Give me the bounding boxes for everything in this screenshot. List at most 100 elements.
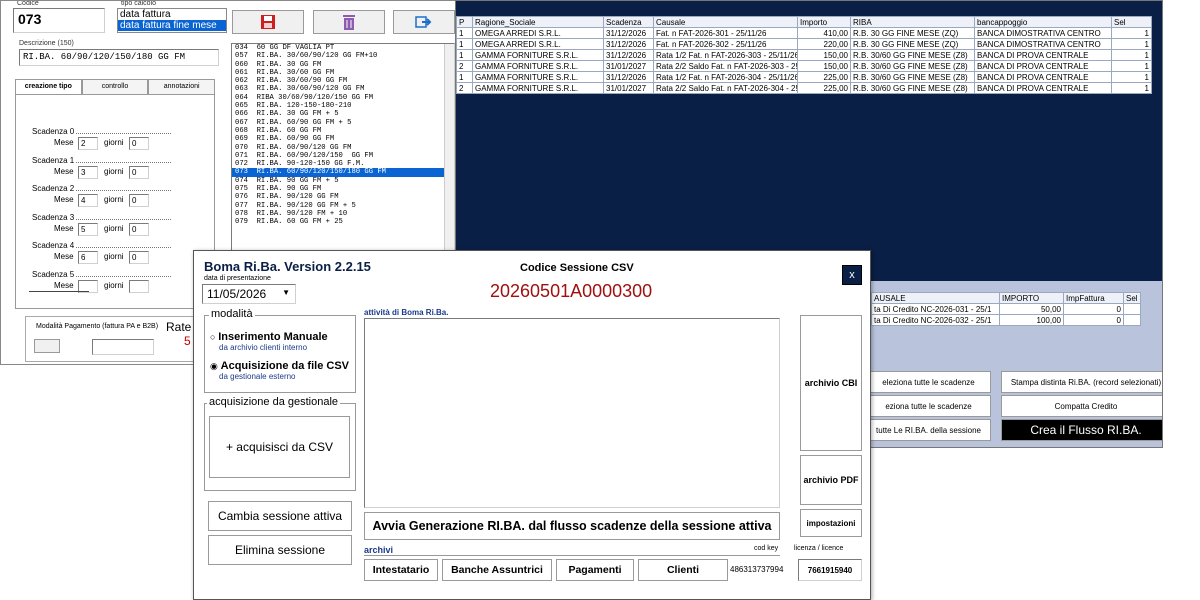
tab-annotazioni[interactable]: annotazioni — [148, 79, 216, 95]
data-presentazione-picker[interactable]: 11/05/2026 ▼ — [202, 284, 296, 304]
table-cell[interactable]: 1 — [456, 49, 473, 61]
table-cell[interactable]: GAMMA FORNITURE S.R.L. — [472, 49, 604, 61]
credit-row[interactable]: ta Di Credito NC-2026-032 - 25/1 100,00 0 — [871, 314, 1141, 326]
list-item[interactable]: 065 RI.BA. 120-150-180-210 — [232, 102, 454, 110]
table-cell[interactable]: 1 — [1111, 82, 1152, 94]
list-item-selected[interactable]: 073 RI.BA. 60/90/120/150/180 GG FM — [232, 168, 454, 177]
mese-field[interactable]: 4 — [78, 194, 98, 207]
stampa-distinta-button[interactable]: Stampa distinta Ri.BA. (record seleziona… — [1001, 371, 1162, 393]
mese-field[interactable]: 2 — [78, 137, 98, 150]
table-cell[interactable]: BANCA DI PROVA CENTRALE — [974, 49, 1112, 61]
table-cell[interactable]: BANCA DIMOSTRATIVA CENTRO — [974, 27, 1112, 39]
payment-code-list[interactable]: 034 60 GG DF VAGLIA PT 057 RI.BA. 30/60/9… — [231, 43, 455, 258]
table-cell[interactable]: R.B. 30/60 GG FINE MESE (Z8) — [850, 71, 975, 83]
table-cell[interactable]: 31/12/2026 — [603, 38, 654, 50]
intestatario-button[interactable]: Intestatario — [364, 559, 438, 581]
code-list-scrollbar[interactable] — [444, 44, 454, 257]
table-cell[interactable]: 225,00 — [797, 71, 851, 83]
table-cell[interactable]: Rata 1/2 Fat. n FAT-2026-303 - 25/11/26 — [653, 49, 798, 61]
archivio-pdf-button[interactable]: archivio PDF — [800, 455, 862, 505]
list-item[interactable]: 066 RI.BA. 30 GG FM + 5 — [232, 110, 454, 118]
modalita-pagamento-field[interactable] — [92, 339, 154, 355]
archivio-cbi-button[interactable]: archivio CBI — [800, 315, 862, 451]
table-cell[interactable]: 1 — [1111, 49, 1152, 61]
giorni-field[interactable]: 0 — [129, 165, 149, 179]
table-cell[interactable]: 1 — [1111, 38, 1152, 50]
table-cell[interactable]: BANCA DI PROVA CENTRALE — [974, 71, 1112, 83]
list-item[interactable]: 034 60 GG DF VAGLIA PT — [232, 44, 454, 52]
column-header[interactable]: Causale — [653, 16, 798, 28]
table-cell[interactable]: 1 — [456, 27, 473, 39]
table-cell[interactable]: Rata 2/2 Saldo Fat. n FAT-2026-304 - 2! — [653, 82, 798, 94]
list-item[interactable]: 061 RI.BA. 30/60 GG FM — [232, 69, 454, 77]
list-item[interactable]: 064 RIBA 30/60/90/120/150 GG FM — [232, 94, 454, 102]
table-cell[interactable]: Fat. n FAT-2026-301 - 25/11/26 — [653, 27, 798, 39]
credit-cell[interactable] — [1123, 314, 1141, 326]
mese-field[interactable]: 3 — [78, 165, 98, 179]
exit-button[interactable] — [393, 10, 455, 34]
table-cell[interactable]: 31/01/2027 — [603, 60, 654, 72]
crea-flusso-button[interactable]: Crea il Flusso RI.BA. — [1001, 419, 1162, 441]
table-cell[interactable]: R.B. 30/60 GG FINE MESE (Z8) — [850, 49, 975, 61]
modalita-pagamento-button[interactable] — [34, 339, 60, 353]
table-cell[interactable]: 225,00 — [797, 82, 851, 94]
list-item[interactable]: 078 RI.BA. 90/120 FM + 10 — [232, 210, 454, 218]
codice-field[interactable]: 073 — [13, 8, 105, 33]
banche-assuntrici-button[interactable]: Banche Assuntrici — [442, 559, 552, 581]
credit-cell[interactable] — [1123, 303, 1141, 315]
table-cell[interactable]: BANCA DIMOSTRATIVA CENTRO — [974, 38, 1112, 50]
avvia-generazione-button[interactable]: Avvia Generazione RI.BA. dal flusso scad… — [364, 512, 780, 540]
list-item[interactable]: 062 RI.BA. 30/60/90 GG FM — [232, 77, 454, 85]
descrizione-field[interactable]: RI.BA. 60/90/120/150/180 GG FM — [19, 49, 219, 66]
column-header[interactable]: Scadenza — [603, 16, 654, 28]
table-cell[interactable]: OMEGA ARREDI S.R.L. — [472, 27, 604, 39]
deseleziona-tutte-button[interactable]: eziona tutte le scadenze — [866, 395, 991, 417]
tipo-calcolo-option[interactable]: data fattura — [118, 9, 226, 20]
close-button[interactable]: x — [842, 265, 862, 285]
list-item[interactable]: 063 RI.BA. 30/60/90/120 GG FM — [232, 85, 454, 93]
table-cell[interactable]: 2 — [456, 60, 473, 72]
mese-field[interactable]: 6 — [78, 251, 98, 264]
list-item[interactable]: 074 RI.BA. 90 GG FM + 5 — [232, 177, 454, 185]
column-header[interactable]: Importo — [797, 16, 851, 28]
table-cell[interactable]: R.B. 30 GG FINE MESE (ZQ) — [850, 27, 975, 39]
tipo-calcolo-list[interactable]: data fattura data fattura fine mese — [117, 8, 227, 33]
table-cell[interactable]: BANCA DI PROVA CENTRALE — [974, 60, 1112, 72]
list-item[interactable]: 060 RI.BA. 30 GG FM — [232, 61, 454, 69]
table-cell[interactable]: 2 — [456, 82, 473, 94]
list-item[interactable]: 077 RI.BA. 90/120 GG FM + 5 — [232, 202, 454, 210]
clienti-button[interactable]: Clienti — [638, 559, 728, 581]
column-header[interactable]: P — [456, 16, 473, 28]
compatta-credito-button[interactable]: Compatta Credito — [1001, 395, 1162, 417]
table-row[interactable]: 1 OMEGA ARREDI S.R.L. 31/12/2026 Fat. n FAT… — [456, 27, 1152, 39]
credit-column-header[interactable]: ImpFattura — [1063, 292, 1124, 304]
table-cell[interactable]: 1 — [1111, 27, 1152, 39]
list-item[interactable]: 079 RI.BA. 60 GG FM + 25 — [232, 218, 454, 226]
pagamenti-button[interactable]: Pagamenti — [556, 559, 634, 581]
credit-cell[interactable]: 50,00 — [999, 303, 1064, 315]
credit-column-header[interactable]: IMPORTO — [999, 292, 1064, 304]
table-cell[interactable]: 150,00 — [797, 60, 851, 72]
table-cell[interactable]: 410,00 — [797, 27, 851, 39]
list-item[interactable]: 057 RI.BA. 30/60/90/120 GG FM+10 — [232, 52, 454, 60]
save-button[interactable] — [232, 10, 304, 34]
column-header[interactable]: Sel — [1111, 16, 1152, 28]
list-item[interactable]: 067 RI.BA. 60/90 GG FM + 5 — [232, 119, 454, 127]
table-cell[interactable]: R.B. 30/60 GG FINE MESE (Z8) — [850, 60, 975, 72]
table-row[interactable]: 2 GAMMA FORNITURE S.R.L. 31/01/2027 Rata 2/… — [456, 82, 1152, 94]
giorni-field[interactable] — [129, 279, 149, 293]
credit-column-header[interactable]: AUSALE — [871, 292, 1000, 304]
credit-column-header[interactable]: Sel — [1123, 292, 1141, 304]
table-cell[interactable]: 1 — [1111, 60, 1152, 72]
table-row[interactable]: 1 GAMMA FORNITURE S.R.L. 31/12/2026 Rata 1/… — [456, 71, 1152, 83]
tipo-calcolo-option-selected[interactable]: data fattura fine mese — [118, 20, 226, 31]
impostazioni-button[interactable]: impostazioni — [800, 509, 862, 537]
chevron-down-icon[interactable]: ▼ — [282, 288, 290, 297]
table-cell[interactable]: Fat. n FAT-2026-302 - 25/11/26 — [653, 38, 798, 50]
giorni-field[interactable]: 0 — [129, 222, 149, 236]
acquisisci-csv-button[interactable]: + acquisisci da CSV — [209, 416, 350, 478]
list-item[interactable]: 069 RI.BA. 60/90 GG FM — [232, 135, 454, 143]
list-item[interactable]: 072 RI.BA. 90-120-150 GG F.M. — [232, 160, 454, 168]
table-cell[interactable]: Rata 1/2 Fat. n FAT-2026-304 - 25/11/26 — [653, 71, 798, 83]
list-item[interactable]: 076 RI.BA. 90/120 GG FM — [232, 193, 454, 201]
